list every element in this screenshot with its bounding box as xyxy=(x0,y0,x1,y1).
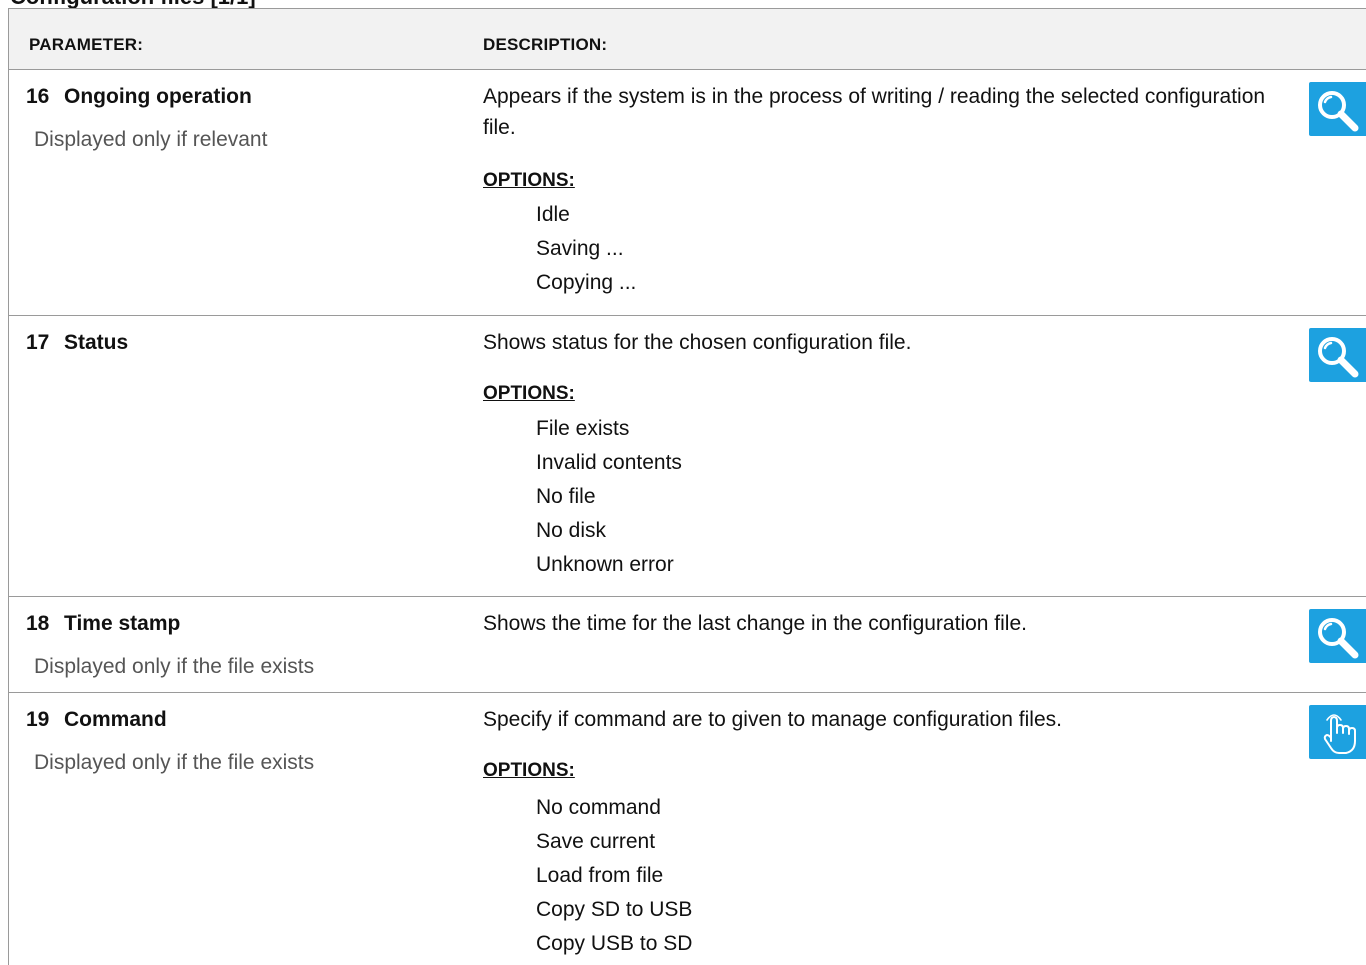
parameter-title: 17 Status xyxy=(26,331,128,355)
parameter-table: PARAMETER: DESCRIPTION: 16 Ongoing operat… xyxy=(8,8,1366,965)
options-list: No command Save current Load from file C… xyxy=(536,791,692,961)
parameter-description: Specify if command are to given to manag… xyxy=(483,708,1062,731)
parameter-name: Ongoing operation xyxy=(64,85,252,108)
parameter-description: Appears if the system is in the process … xyxy=(483,85,1266,139)
option-item: Load from file xyxy=(536,864,664,887)
parameter-description: Shows the time for the last change in th… xyxy=(483,612,1027,635)
magnifier-icon[interactable] xyxy=(1309,609,1366,663)
options-list: Idle Saving ... Copying ... xyxy=(536,198,636,300)
parameter-title: 18 Time stamp xyxy=(26,612,180,636)
option-item: No disk xyxy=(536,519,607,542)
table-row: 19 Command Displayed only if the file exi… xyxy=(9,693,1366,965)
option-item: No file xyxy=(536,485,596,508)
magnifier-icon[interactable] xyxy=(1309,82,1366,136)
option-item: No command xyxy=(536,796,661,819)
parameter-number: 16 xyxy=(26,85,50,108)
option-item: File exists xyxy=(536,417,630,440)
parameter-title: 19 Command xyxy=(26,708,167,732)
header-description: DESCRIPTION: xyxy=(483,35,608,54)
parameter-title: 16 Ongoing operation xyxy=(26,85,252,109)
hand-pointer-icon[interactable] xyxy=(1309,705,1366,759)
options-label: OPTIONS: xyxy=(483,383,575,404)
option-item: Unknown error xyxy=(536,553,674,576)
magnifier-icon-graphic xyxy=(1318,337,1359,378)
option-item: Copying ... xyxy=(536,271,637,294)
option-item: Copy SD to USB xyxy=(536,898,693,921)
document-page: Configuration files [1/1] PARAMETER: DES… xyxy=(0,0,1366,965)
magnifier-icon-graphic xyxy=(1318,91,1359,132)
header-parameter: PARAMETER: xyxy=(29,35,144,54)
options-label: OPTIONS: xyxy=(483,760,575,781)
parameter-note: Displayed only if the file exists xyxy=(34,655,315,678)
table-row: 18 Time stamp Displayed only if the file … xyxy=(9,597,1366,693)
table-row: 17 Status Shows status for the chosen con… xyxy=(9,316,1366,597)
table-row: 16 Ongoing operation Displayed only if re… xyxy=(9,70,1366,316)
options-label: OPTIONS: xyxy=(483,170,575,191)
option-item: Saving ... xyxy=(536,237,624,260)
option-item: Invalid contents xyxy=(536,451,682,474)
parameter-name: Status xyxy=(64,331,129,354)
option-item: Idle xyxy=(536,203,570,226)
options-list: File exists Invalid contents No file No … xyxy=(536,412,682,582)
parameter-note: Displayed only if relevant xyxy=(34,128,268,151)
parameter-description: Shows status for the chosen configuratio… xyxy=(483,331,912,354)
parameter-number: 18 xyxy=(26,612,50,635)
table-header: PARAMETER: DESCRIPTION: xyxy=(9,9,1366,70)
section-title: Configuration files [1/1] xyxy=(10,0,256,8)
option-item: Save current xyxy=(536,830,656,853)
magnifier-icon[interactable] xyxy=(1309,328,1366,382)
parameter-name: Command xyxy=(64,708,167,731)
parameter-note: Displayed only if the file exists xyxy=(34,751,315,774)
parameter-number: 19 xyxy=(26,708,50,731)
parameter-number: 17 xyxy=(26,331,50,354)
hand-pointer-icon-graphic xyxy=(1323,714,1356,754)
option-item: Copy USB to SD xyxy=(536,932,693,955)
magnifier-icon-graphic xyxy=(1318,618,1359,659)
parameter-name: Time stamp xyxy=(64,612,181,635)
